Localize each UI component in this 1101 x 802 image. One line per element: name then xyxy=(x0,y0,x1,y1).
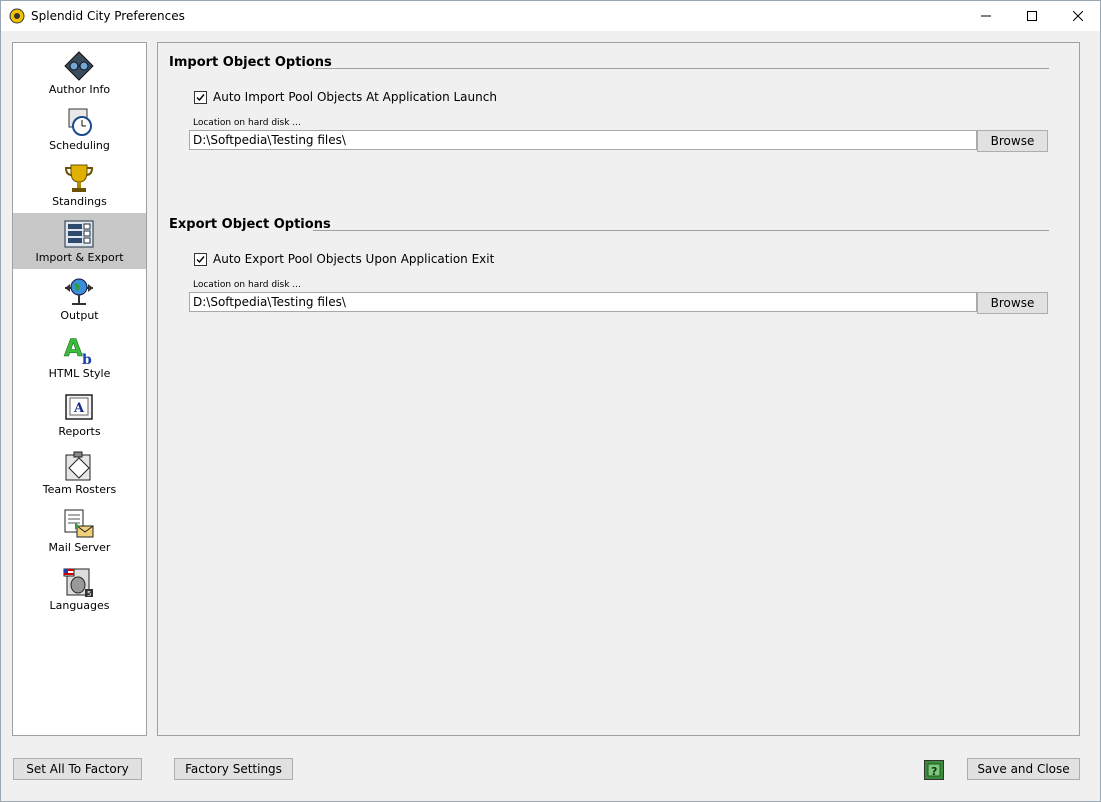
report-icon: A xyxy=(63,392,95,424)
svg-text:b: b xyxy=(82,352,92,366)
author-info-icon xyxy=(63,50,95,82)
maximize-button[interactable] xyxy=(1009,1,1055,31)
sidebar-item-html-style[interactable]: Ab HTML Style xyxy=(13,329,146,385)
sidebar-item-label: Mail Server xyxy=(48,541,111,554)
sidebar-item-label: HTML Style xyxy=(48,367,111,380)
help-icon: ? xyxy=(927,763,941,778)
trophy-icon xyxy=(63,162,95,194)
export-path-field[interactable]: D:\Softpedia\Testing files\ xyxy=(189,292,977,312)
sidebar-item-label: Reports xyxy=(58,425,101,438)
text-style-icon: Ab xyxy=(63,334,95,368)
sidebar-item-label: Output xyxy=(60,309,99,322)
auto-export-option[interactable]: Auto Export Pool Objects Upon Applicatio… xyxy=(194,252,494,266)
sidebar-item-team-rosters[interactable]: Team Rosters xyxy=(13,445,146,501)
auto-import-option[interactable]: Auto Import Pool Objects At Application … xyxy=(194,90,497,104)
import-section-divider xyxy=(313,68,1049,69)
minimize-button[interactable] xyxy=(963,1,1009,31)
title-bar: Splendid City Preferences xyxy=(1,1,1100,31)
import-export-panel: Import Object Options Auto Import Pool O… xyxy=(157,42,1080,736)
svg-text:A: A xyxy=(64,334,83,362)
sidebar-item-output[interactable]: Output xyxy=(13,271,146,327)
svg-text:5: 5 xyxy=(87,590,91,598)
export-location-label: Location on hard disk ... xyxy=(193,280,301,290)
app-icon xyxy=(9,8,25,24)
set-all-to-factory-button[interactable]: Set All To Factory xyxy=(13,758,142,780)
svg-text:A: A xyxy=(73,401,85,416)
clock-icon xyxy=(63,106,95,138)
sidebar-item-reports[interactable]: A Reports xyxy=(13,387,146,443)
import-location-label: Location on hard disk ... xyxy=(193,118,301,128)
sidebar-item-label: Import & Export xyxy=(35,251,124,264)
sidebar-item-author-info[interactable]: Author Info xyxy=(13,45,146,101)
sidebar-item-label: Author Info xyxy=(48,83,111,96)
sidebar-item-standings[interactable]: Standings xyxy=(13,157,146,213)
import-browse-button[interactable]: Browse xyxy=(977,130,1048,152)
sidebar-item-scheduling[interactable]: Scheduling xyxy=(13,101,146,157)
auto-import-checkbox[interactable] xyxy=(194,90,207,104)
preferences-sidebar: Author Info Scheduling Standings Import … xyxy=(12,42,147,736)
globe-icon xyxy=(63,276,95,308)
window-title: Splendid City Preferences xyxy=(31,9,185,23)
sidebar-item-import-export[interactable]: Import & Export xyxy=(13,213,146,269)
clipboard-icon xyxy=(63,450,95,482)
sidebar-item-languages[interactable]: 5 Languages xyxy=(13,561,146,617)
export-section-title: Export Object Options xyxy=(169,217,331,232)
auto-export-label: Auto Export Pool Objects Upon Applicatio… xyxy=(213,252,495,266)
sidebar-item-label: Scheduling xyxy=(49,139,110,152)
mail-server-icon xyxy=(63,508,95,540)
sidebar-item-label: Standings xyxy=(52,195,107,208)
help-button[interactable]: ? xyxy=(924,760,944,780)
sidebar-item-label: Languages xyxy=(49,599,110,612)
sidebar-item-label: Team Rosters xyxy=(42,483,117,496)
import-path-field[interactable]: D:\Softpedia\Testing files\ xyxy=(189,130,977,150)
import-export-icon xyxy=(63,218,95,250)
close-button[interactable] xyxy=(1055,1,1101,31)
factory-settings-button[interactable]: Factory Settings xyxy=(174,758,293,780)
sidebar-item-mail-server[interactable]: Mail Server xyxy=(13,503,146,559)
preferences-window: Splendid City Preferences Author Info Sc… xyxy=(0,0,1101,802)
save-and-close-button[interactable]: Save and Close xyxy=(967,758,1080,780)
auto-import-label: Auto Import Pool Objects At Application … xyxy=(213,90,497,104)
auto-export-checkbox[interactable] xyxy=(194,252,207,266)
languages-icon: 5 xyxy=(63,566,95,598)
svg-text:?: ? xyxy=(931,765,937,778)
export-browse-button[interactable]: Browse xyxy=(977,292,1048,314)
import-section-title: Import Object Options xyxy=(169,55,332,70)
export-section-divider xyxy=(313,230,1049,231)
